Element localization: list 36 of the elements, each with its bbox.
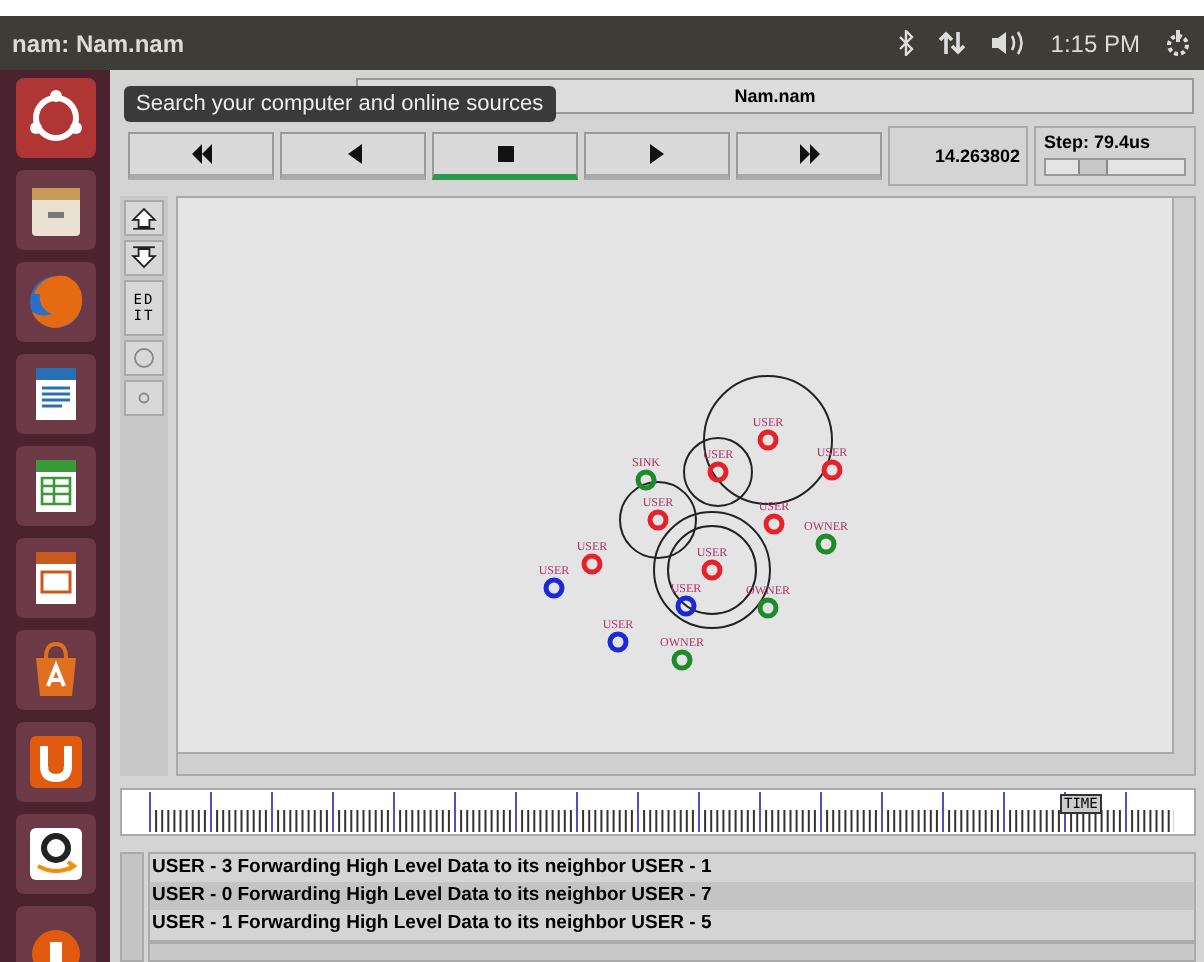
launcher-item[interactable] [15,906,95,962]
zoom-in-icon [126,202,162,235]
log-line[interactable]: USER - 1 Forwarding High Level Data to its neighbor USER - 5 [150,909,1194,938]
log-line[interactable]: USER - 3 Forwarding High Level Data to its neighbor USER - 1 [150,853,1194,882]
launcher-item[interactable] [15,170,95,250]
vertical-scrollbar[interactable] [1172,198,1194,774]
playback-button[interactable] [432,131,578,180]
clock[interactable]: 1:15 PM [1050,29,1140,57]
rewind-icon [189,141,213,166]
play-icon [645,141,669,166]
launcher-item[interactable] [15,814,95,894]
log-horizontal-scrollbar[interactable] [148,942,1196,962]
tooltip: Search your computer and online sources [124,86,556,122]
launcher-item[interactable] [15,354,95,434]
step-label: Step: 79.4us [1044,131,1153,152]
launcher-item[interactable] [15,630,95,710]
bluetooth-icon[interactable] [898,30,915,56]
power-gear-icon[interactable] [1164,29,1192,57]
step-slider[interactable] [1044,157,1186,176]
launcher-item[interactable] [15,722,95,802]
horizontal-scrollbar[interactable] [178,751,1174,774]
window-title: nam: Nam.nam [12,29,185,57]
tool-button[interactable] [124,200,164,237]
playback-button[interactable] [128,131,274,180]
launcher-item[interactable] [15,538,95,618]
slider-thumb[interactable] [1078,159,1109,174]
launcher-item[interactable] [15,78,95,158]
log-scrollbar[interactable] [120,851,144,962]
stop-icon [493,141,517,166]
time-readout: 14.263802 [888,125,1028,186]
launcher-item[interactable] [15,446,95,526]
volume-icon[interactable] [990,30,1027,56]
tool-button[interactable] [124,240,164,277]
fast-forward-icon [797,141,821,166]
playback-button[interactable] [736,131,882,180]
network-arrows-icon[interactable] [938,30,967,56]
